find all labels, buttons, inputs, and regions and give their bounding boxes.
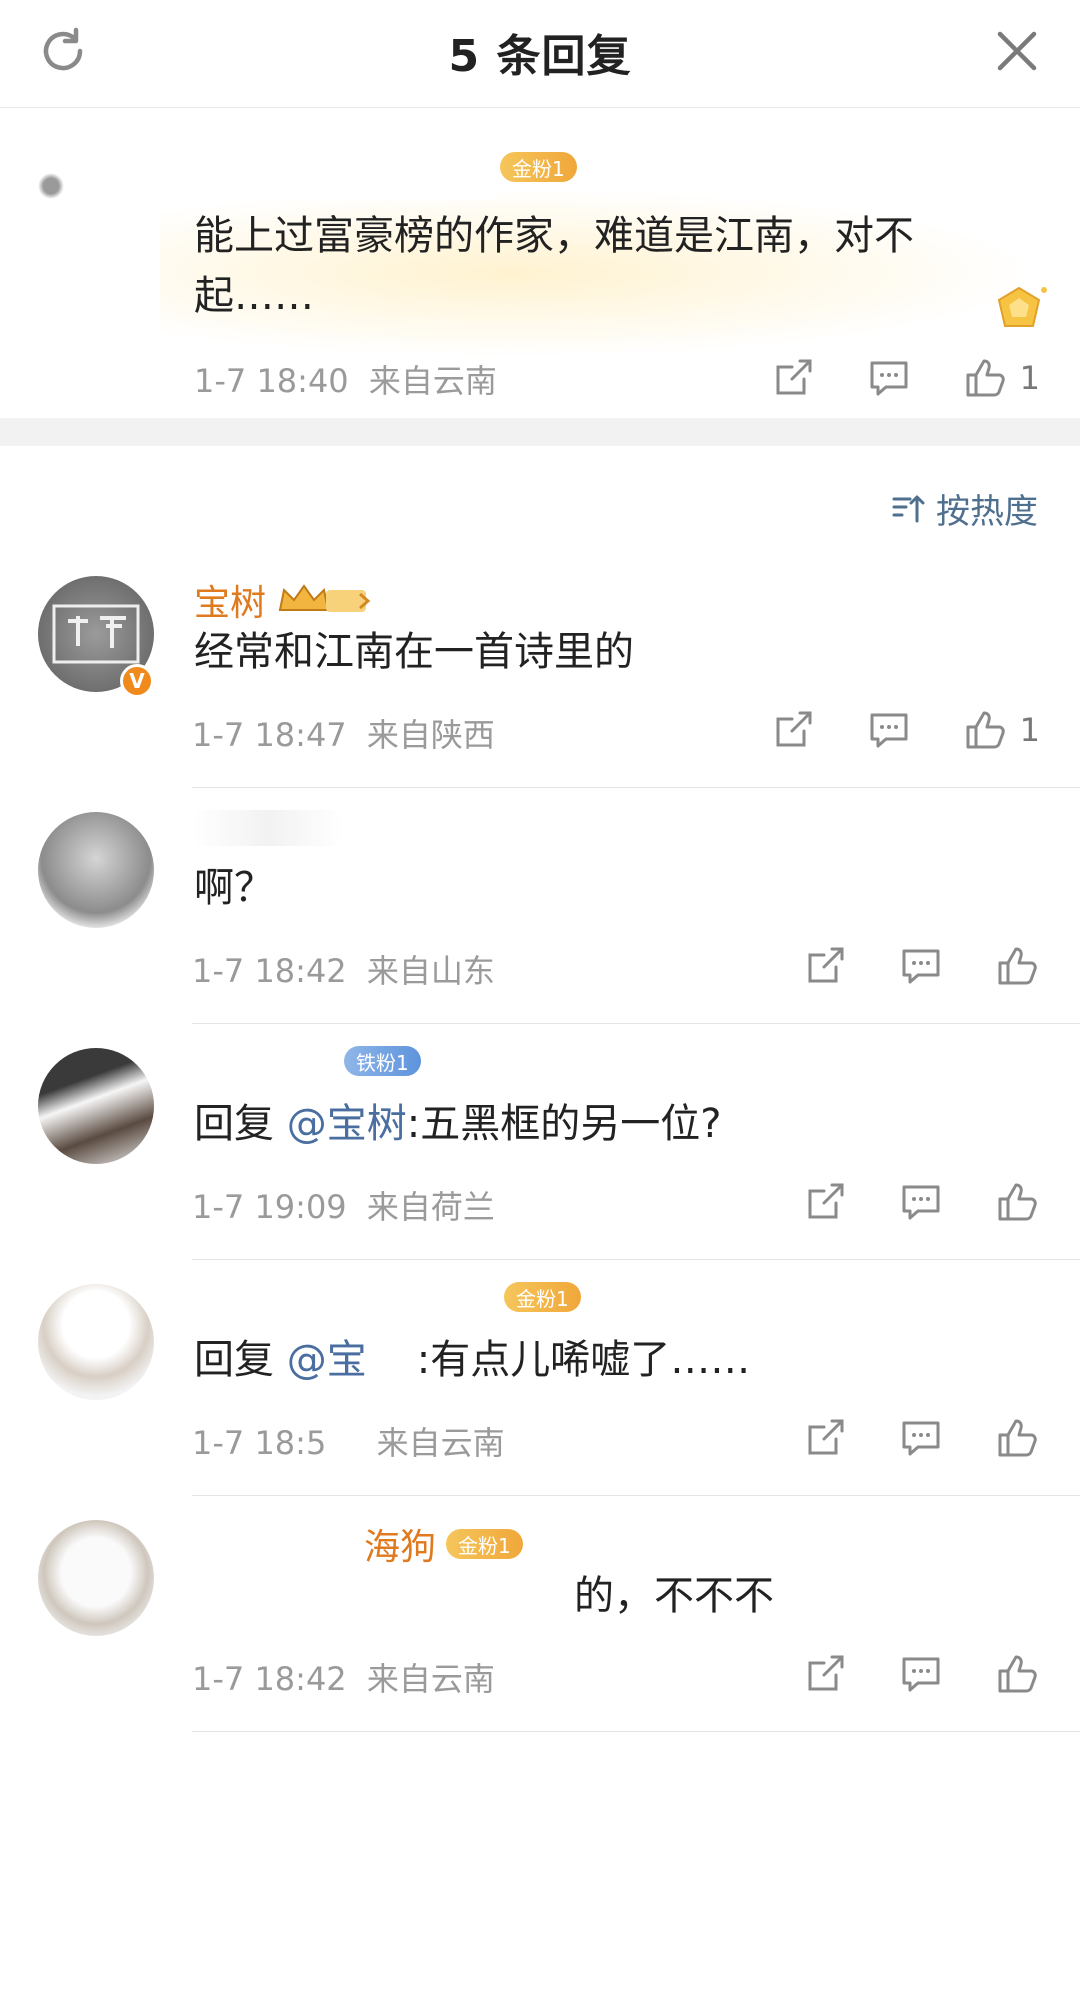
comment-location: 来自荷兰 <box>366 1188 495 1226</box>
comment-text: 能上过富豪榜的作家，难道是江南，对不起…… <box>194 213 914 319</box>
comment-icon[interactable] <box>898 1179 944 1225</box>
comment-meta: 1-7 18:42 来自云南 <box>192 1654 495 1700</box>
share-icon[interactable] <box>770 707 816 753</box>
comment-location: 来自云南 <box>376 1424 505 1462</box>
close-icon[interactable] <box>990 24 1044 78</box>
gem-crown-icon <box>997 286 1047 327</box>
list-item: V 宝树 经常和江南在一首诗里的 1-7 18:47 来自陕西 1 <box>0 552 1080 788</box>
fan-badge: 金粉1 <box>504 1282 581 1312</box>
comment-icon[interactable] <box>898 1415 944 1461</box>
like-count: 1 <box>1019 711 1040 749</box>
share-icon[interactable] <box>802 1651 848 1697</box>
avatar[interactable] <box>38 1284 154 1400</box>
username-masked <box>194 1529 354 1559</box>
thumbs-up-icon <box>966 711 1005 749</box>
list-item: 金粉1 回复 @宝 :有点儿唏嘘了…… 1-7 18:5 来自云南 <box>0 1260 1080 1496</box>
comment-text: 回复 @宝树:五黑框的另一位? <box>194 1096 721 1152</box>
fan-badge: 金粉1 <box>500 152 577 182</box>
like-count: 1 <box>1019 359 1040 397</box>
like-button[interactable]: 1 <box>962 355 1040 401</box>
comment-location: 来自山东 <box>366 952 495 990</box>
comment-text: 回复 @宝 :有点儿唏嘘了…… <box>194 1332 750 1388</box>
comment-location: 来自云南 <box>366 1660 495 1698</box>
username-masked <box>194 1282 494 1312</box>
comment-time: 1-7 18:42 <box>192 952 347 990</box>
share-icon[interactable] <box>802 1415 848 1461</box>
username-masked <box>194 1046 334 1076</box>
username[interactable]: 铁粉1 <box>194 1046 421 1076</box>
mention-link[interactable]: @宝 <box>287 1337 367 1383</box>
original-comment: 金粉1 能上过富豪榜的作家，难道是江南，对不起…… 1-7 18:40 来自云南… <box>0 108 1080 418</box>
comment-meta: 1-7 18:40 来自云南 <box>194 356 497 402</box>
comment-actions: 1 <box>770 704 1040 756</box>
comment-icon[interactable] <box>866 355 912 401</box>
comment-icon[interactable] <box>898 1651 944 1697</box>
comment-time: 1-7 18:42 <box>192 1660 347 1698</box>
fan-badge: 铁粉1 <box>344 1046 421 1076</box>
mention-link[interactable]: @宝树 <box>287 1101 407 1147</box>
header: 5 条回复 <box>0 0 1080 108</box>
username-text: 海狗 <box>364 1527 437 1568</box>
username[interactable]: 金粉1 <box>194 1282 581 1312</box>
avatar[interactable] <box>38 812 154 928</box>
comment-actions <box>802 940 1040 992</box>
comment-text: 的，不不不 <box>194 1568 774 1624</box>
comment-time: 1-7 18:40 <box>194 362 349 400</box>
comment-location: 来自云南 <box>368 362 497 400</box>
verified-badge: V <box>120 664 154 698</box>
crown-badge-icon <box>278 584 371 612</box>
username[interactable]: 宝树 <box>194 574 372 626</box>
reply-prefix: 回复 <box>194 1101 287 1147</box>
comment-meta: 1-7 18:47 来自陕西 <box>192 710 495 756</box>
comment-actions: 1 <box>770 352 1040 404</box>
thumbs-up-icon[interactable] <box>994 1179 1040 1225</box>
thumbs-up-icon[interactable] <box>994 1415 1040 1461</box>
fan-badge: 金粉1 <box>446 1529 523 1559</box>
sort-label: 按热度 <box>936 492 1038 532</box>
username[interactable]: 海狗 金粉1 <box>194 1518 523 1570</box>
divider <box>192 1731 1080 1732</box>
avatar[interactable] <box>30 158 100 228</box>
comment-text: 啊？ <box>194 865 274 911</box>
comment-time: 1-7 19:09 <box>192 1188 347 1226</box>
reply-text: 的，不不不 <box>574 1573 774 1619</box>
comment-icon[interactable] <box>898 943 944 989</box>
comment-time: 1-7 18:5 <box>192 1424 327 1462</box>
list-item: 铁粉1 回复 @宝树:五黑框的另一位? 1-7 19:09 来自荷兰 <box>0 1024 1080 1260</box>
page-title: 5 条回复 <box>448 31 632 82</box>
comment-time: 1-7 18:47 <box>192 716 347 754</box>
section-separator <box>0 418 1080 446</box>
thumbs-up-icon <box>966 359 1005 397</box>
share-icon[interactable] <box>802 1179 848 1225</box>
comment-meta: 1-7 19:09 来自荷兰 <box>192 1182 495 1228</box>
thumbs-up-icon[interactable] <box>994 943 1040 989</box>
share-icon[interactable] <box>802 943 848 989</box>
sort-button[interactable]: 按热度 <box>890 484 1038 533</box>
comment-actions <box>802 1412 1040 1464</box>
comment-location: 来自陕西 <box>366 716 495 754</box>
username-masked[interactable] <box>194 810 344 846</box>
comment-meta: 1-7 18:5 来自云南 <box>192 1418 505 1464</box>
list-item: 海狗 金粉1 的，不不不 1-7 18:42 来自云南 <box>0 1496 1080 1732</box>
share-icon[interactable] <box>770 355 816 401</box>
username-text: 宝树 <box>194 583 267 624</box>
sort-icon <box>892 495 925 522</box>
comment-actions <box>802 1648 1040 1700</box>
list-item: 啊？ 1-7 18:42 来自山东 <box>0 788 1080 1024</box>
avatar[interactable] <box>38 1520 154 1636</box>
comment-icon[interactable] <box>866 707 912 753</box>
reply-text: :五黑框的另一位? <box>406 1101 722 1147</box>
username-masked <box>195 160 495 200</box>
like-button[interactable]: 1 <box>962 707 1040 753</box>
reply-text: :有点儿唏嘘了…… <box>416 1337 751 1383</box>
comment-meta: 1-7 18:42 来自山东 <box>192 946 495 992</box>
thumbs-up-icon[interactable] <box>994 1651 1040 1697</box>
reply-prefix: 回复 <box>194 1337 287 1383</box>
comment-actions <box>802 1176 1040 1228</box>
avatar[interactable] <box>38 1048 154 1164</box>
comment-text: 经常和江南在一首诗里的 <box>194 629 634 675</box>
